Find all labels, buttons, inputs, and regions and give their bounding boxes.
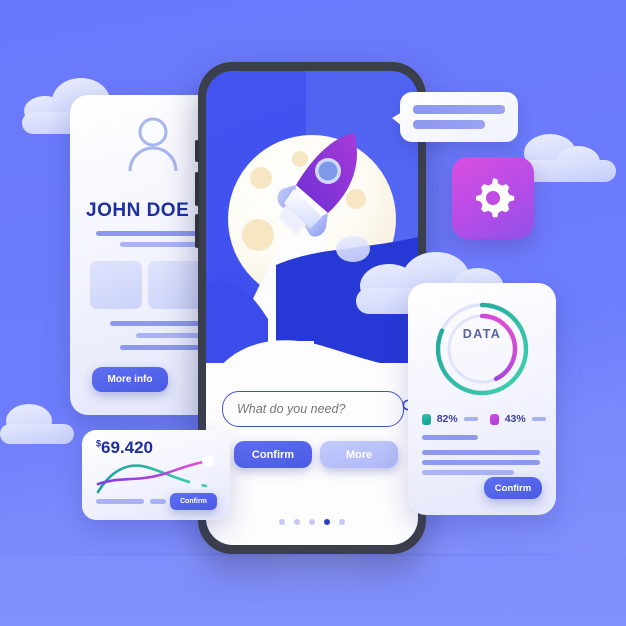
- profile-text-line: [110, 321, 206, 326]
- legend-swatch-magenta: [490, 413, 499, 425]
- search-input[interactable]: [223, 401, 402, 417]
- legend-swatch-teal: [422, 413, 431, 425]
- chart-text-line: [96, 499, 144, 504]
- user-avatar-icon: [122, 115, 184, 177]
- data-text-line: [422, 435, 478, 440]
- more-button[interactable]: More: [320, 441, 398, 468]
- chat-bubble-icon: [392, 92, 518, 142]
- chart-confirm-button[interactable]: Confirm: [170, 493, 217, 510]
- pagination-dot-active[interactable]: [324, 519, 330, 525]
- phone-power-button[interactable]: [195, 214, 199, 248]
- chart-amount: $69.420: [96, 438, 153, 458]
- profile-text-line: [120, 345, 206, 350]
- data-confirm-button[interactable]: Confirm: [484, 477, 542, 499]
- chat-bubble-line: [413, 120, 485, 129]
- data-text-line: [422, 470, 514, 475]
- search-bar[interactable]: [222, 391, 417, 427]
- amount-value: 69.420: [101, 438, 154, 457]
- chart-card: $69.420 Confirm: [82, 430, 230, 520]
- legend-dash: [531, 417, 546, 421]
- more-info-button[interactable]: More info: [92, 367, 168, 392]
- legend-dash: [463, 417, 478, 421]
- donut-center-label: DATA: [462, 327, 502, 341]
- profile-text-line: [96, 231, 206, 236]
- data-text-line: [422, 460, 540, 465]
- line-chart: [96, 456, 214, 494]
- profile-text-line: [136, 333, 206, 338]
- pagination-dots[interactable]: [206, 519, 418, 525]
- screen-white-curve: [206, 340, 418, 389]
- profile-name: JOHN DOE: [86, 200, 190, 221]
- legend-label-teal: 82%: [436, 413, 458, 425]
- pagination-dot[interactable]: [309, 519, 315, 525]
- pagination-dot[interactable]: [294, 519, 300, 525]
- chat-bubble-tail: [392, 112, 402, 126]
- phone-volume-button[interactable]: [195, 172, 199, 206]
- illustration-stage: JOHN DOE More info What do you need? Con…: [0, 0, 626, 626]
- gear-icon: [476, 178, 515, 218]
- data-card: DATA 82% 43% Confirm: [408, 283, 556, 515]
- profile-placeholder-block: [90, 261, 142, 309]
- confirm-button[interactable]: Confirm: [234, 441, 312, 468]
- pagination-dot[interactable]: [339, 519, 345, 525]
- donut-chart: [435, 302, 529, 396]
- data-text-line: [422, 450, 540, 455]
- chart-text-line: [150, 499, 166, 504]
- profile-text-line: [120, 242, 206, 247]
- legend-label-magenta: 43%: [504, 413, 526, 425]
- chat-bubble-line: [413, 105, 505, 114]
- rocket-icon: [277, 133, 357, 237]
- pagination-dot[interactable]: [279, 519, 285, 525]
- phone-volume-button[interactable]: [195, 140, 199, 162]
- gear-tile[interactable]: [452, 157, 534, 239]
- legend-row: 82% 43%: [422, 413, 546, 425]
